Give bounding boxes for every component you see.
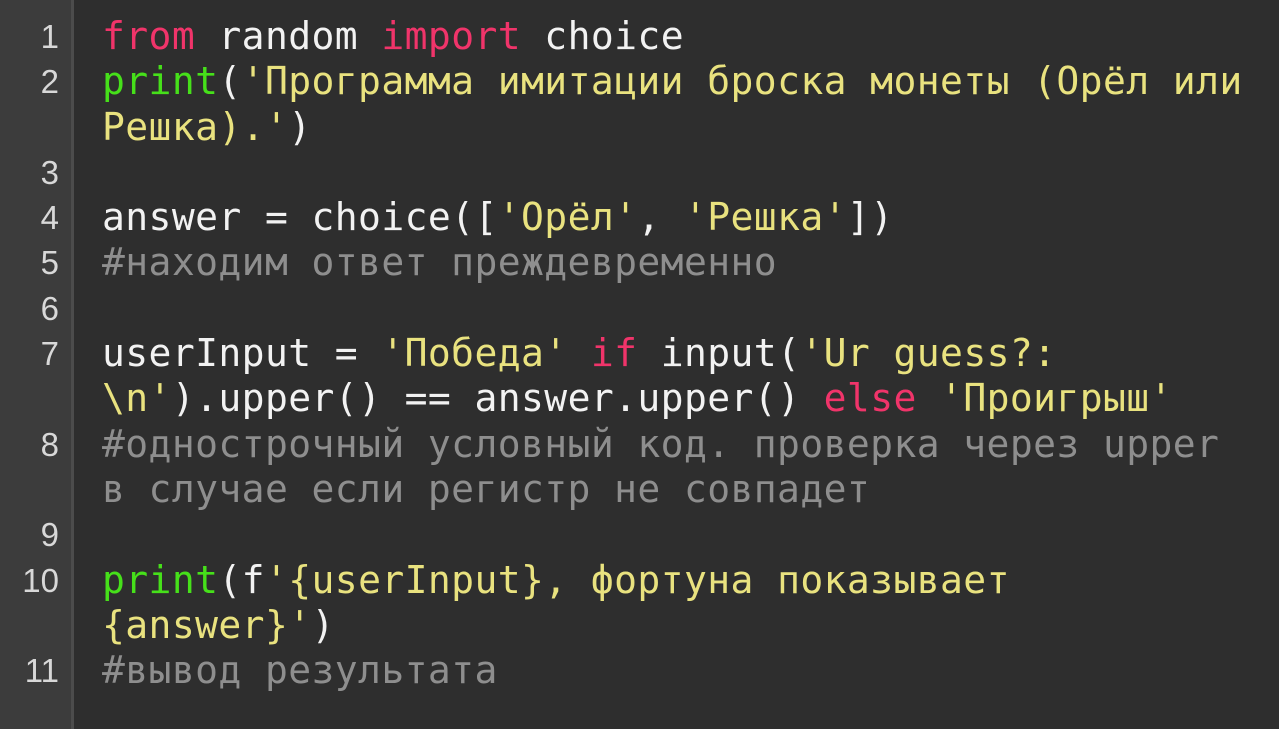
code-token: #находим ответ преждевременно (102, 240, 778, 285)
code-token: 'Решка' (683, 195, 847, 240)
line-number: 10 (22, 561, 59, 599)
line-number: 2 (40, 63, 59, 101)
code-token: 'Победа' (381, 331, 568, 376)
code-editor[interactable]: 1 2 3 4 5 6 7 8 9 10 11 from random import choice p… (0, 0, 1279, 729)
code-token: from (102, 14, 196, 58)
line-number: 1 (40, 18, 59, 55)
line-number (0, 376, 71, 421)
code-line[interactable]: userInput = 'Победа' if input('Ur guess?… (102, 331, 1279, 376)
code-token: import (381, 14, 522, 58)
line-number: 7 (40, 335, 59, 373)
line-number: 3 (40, 153, 59, 191)
line-number: 4 (40, 199, 59, 237)
code-token: ]) (846, 195, 894, 240)
code-token: 'Проигрыш' (940, 376, 1173, 421)
code-token: input( (637, 331, 801, 376)
code-token: {answer}' (102, 602, 312, 647)
code-token: print (102, 557, 219, 602)
line-number (0, 467, 71, 512)
code-line[interactable]: answer = choice(['Орёл', 'Решка']) (102, 195, 1279, 240)
code-token: '{userInput}, фортуна показывает (264, 557, 1010, 602)
code-token: userInput = (102, 331, 382, 376)
code-token: choice (521, 14, 684, 58)
code-token: ) (311, 602, 335, 647)
code-line[interactable]: в случае если регистр не совпадет (102, 467, 1279, 512)
code-token: ( (218, 59, 242, 104)
line-number: 9 (40, 516, 59, 554)
code-line[interactable]: \n').upper() == answer.upper() else 'Про… (102, 376, 1279, 421)
code-line[interactable]: Решка).') (102, 105, 1279, 150)
code-token: #вывод результата (102, 648, 498, 693)
code-token: 'Орёл' (497, 195, 638, 240)
code-token: else (823, 376, 917, 421)
line-number (0, 603, 71, 648)
code-token: Решка).' (102, 104, 289, 149)
code-line[interactable]: #вывод результата (102, 648, 1279, 693)
line-number: 6 (40, 289, 59, 327)
code-line[interactable]: print('Программа имитации броска монеты … (102, 59, 1279, 104)
line-number-gutter: 1 2 3 4 5 6 7 8 9 10 11 (0, 0, 74, 729)
code-token: 'Ur guess?: (800, 331, 1057, 376)
line-number: 11 (24, 652, 59, 690)
code-token: answer = choice([ (102, 195, 498, 240)
code-line[interactable]: from random import choice (102, 14, 1279, 59)
code-line[interactable]: #однострочный условный код. проверка чер… (102, 422, 1279, 467)
code-line[interactable]: #находим ответ преждевременно (102, 240, 1279, 285)
code-token: , (637, 195, 684, 240)
code-token: (f (218, 557, 265, 602)
code-line[interactable] (102, 512, 1279, 557)
code-line[interactable]: print(f'{userInput}, фортуна показывает (102, 558, 1279, 603)
code-line[interactable]: {answer}') (102, 603, 1279, 648)
code-area[interactable]: from random import choice print('Программ… (74, 0, 1279, 729)
line-number: 5 (40, 244, 59, 282)
code-token: #однострочный условный код. проверка чер… (102, 421, 1220, 466)
code-line[interactable] (102, 286, 1279, 331)
code-token: random (195, 14, 382, 58)
code-token: \n' (102, 376, 172, 421)
code-token: ).upper() == answer.upper() (171, 376, 824, 421)
code-token: в случае если регистр не совпадет (102, 466, 871, 511)
code-token: ) (288, 104, 312, 149)
line-number (0, 105, 71, 150)
code-token: print (102, 59, 219, 104)
code-token: 'Программа имитации броска монеты (Орёл … (241, 59, 1243, 104)
line-number: 8 (40, 425, 59, 463)
code-token: if (590, 331, 638, 376)
code-line[interactable] (102, 150, 1279, 195)
